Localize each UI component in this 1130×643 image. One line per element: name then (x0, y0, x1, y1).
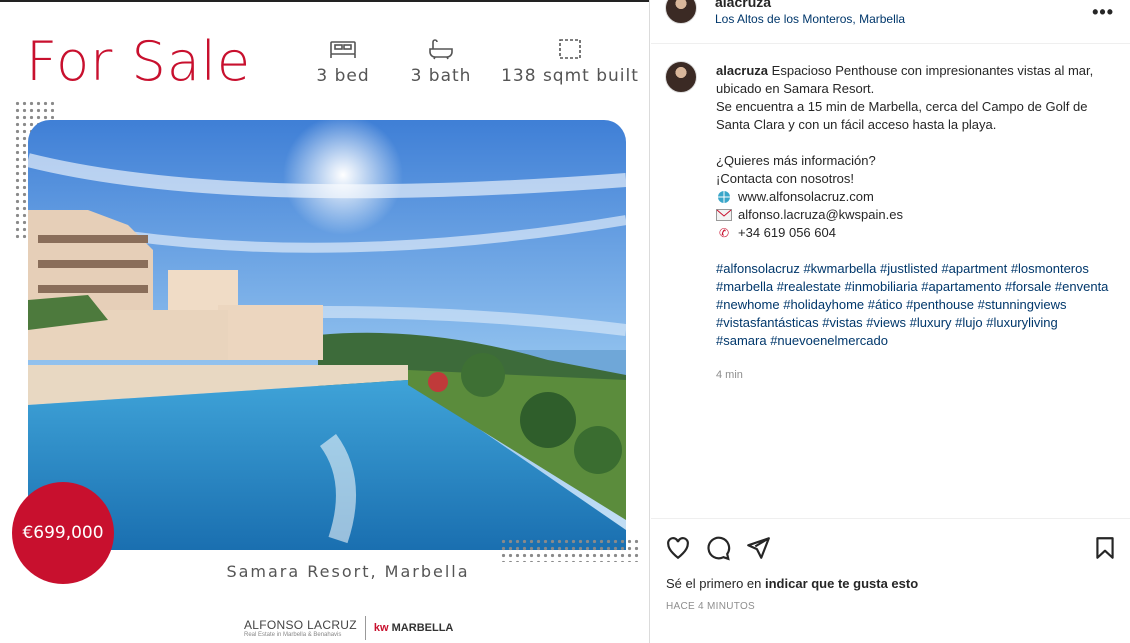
actions-bar: Sé el primero en indicar que te gusta es… (651, 518, 1130, 643)
contact-website: www.alfonsolacruz.com (716, 188, 1111, 206)
header-location[interactable]: Los Altos de los Monteros, Marbella (715, 12, 905, 26)
caption-avatar[interactable] (665, 61, 697, 93)
caption-username[interactable]: alacruza (716, 63, 768, 78)
post-timestamp: HACE 4 MINUTOS (666, 601, 756, 612)
top-divider (0, 0, 649, 2)
caption-hashtags[interactable]: #alfonsolacruz #kwmarbella #justlisted #… (716, 260, 1111, 350)
header-username[interactable]: alacruza (715, 0, 771, 10)
decorative-dots-bottom (500, 538, 640, 562)
kw-mark: kw (373, 622, 389, 634)
contact-email: alfonso.lacruza@kwspain.es (716, 206, 1111, 224)
post-caption: alacruza Espacioso Penthouse con impresi… (716, 62, 1111, 384)
kw-city: MARBELLA (391, 622, 454, 634)
more-horizontal-icon[interactable]: ••• (1092, 2, 1114, 23)
globe-icon (716, 189, 732, 205)
post-header: alacruza Los Altos de los Monteros, Marb… (651, 0, 1130, 44)
phone-text: +34 619 056 604 (738, 225, 836, 240)
pool-landscape-image (28, 120, 626, 550)
heart-icon[interactable] (665, 535, 691, 561)
beds-label: 3 bed (316, 66, 370, 86)
caption-contact-cta: ¡Contacta con nosotros! (716, 171, 855, 186)
like-prompt-link[interactable]: indicar que te gusta esto (765, 576, 918, 591)
caption-time: 4 min (716, 369, 743, 381)
baths-feature: 3 bath (406, 38, 476, 86)
phone-icon: ✆ (718, 226, 730, 240)
author-avatar[interactable] (665, 0, 697, 24)
likes-prefix: Sé el primero en (666, 576, 765, 591)
area-label: 138 sqmt built (501, 66, 639, 86)
brand-divider (364, 616, 366, 640)
brand-name: ALFONSO LACRUZ (244, 618, 357, 632)
area-feature: 138 sqmt built (500, 38, 640, 86)
website-text: www.alfonsolacruz.com (738, 189, 874, 204)
kw-logo: kw MARBELLA (374, 622, 453, 634)
baths-label: 3 bath (410, 66, 472, 86)
likes-summary: Sé el primero en indicar que te gusta es… (666, 576, 918, 591)
bathtub-icon (429, 39, 453, 60)
comment-icon[interactable] (705, 535, 731, 561)
bookmark-icon[interactable] (1092, 535, 1118, 561)
caption-text-2: Se encuentra a 15 min de Marbella, cerca… (716, 99, 1088, 132)
beds-feature: 3 bed (312, 38, 374, 86)
post-sidebar: alacruza Los Altos de los Monteros, Marb… (651, 0, 1130, 643)
paper-plane-icon[interactable] (745, 535, 771, 561)
contact-phone: ✆ +34 619 056 604 (716, 224, 1111, 242)
brand-subtitle: Real Estate in Marbella & Benahavis (244, 632, 342, 638)
email-text: alfonso.lacruza@kwspain.es (738, 207, 903, 222)
post-image[interactable]: For Sale 3 bed 3 bath 138 sqmt built €69… (0, 0, 650, 643)
for-sale-heading: For Sale (26, 30, 252, 93)
caption-text-1: Espacioso Penthouse con impresionantes v… (716, 63, 1094, 96)
bed-icon (330, 41, 356, 58)
caption-question: ¿Quieres más información? (716, 153, 876, 168)
area-icon (559, 39, 581, 59)
envelope-icon (716, 207, 732, 223)
property-photo (28, 120, 626, 550)
agency-logo: ALFONSO LACRUZ Real Estate in Marbella &… (244, 614, 453, 642)
property-location: Samara Resort, Marbella (226, 562, 470, 581)
